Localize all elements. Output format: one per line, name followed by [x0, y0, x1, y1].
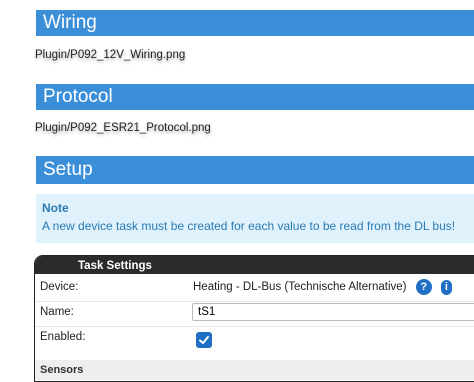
device-row: Device: Heating - DL-Bus (Technische Alt… — [35, 278, 474, 300]
enabled-checkbox[interactable] — [196, 332, 212, 348]
wiring-image-placeholder: Plugin/P092_12V_Wiring.png — [35, 49, 186, 61]
name-input[interactable] — [192, 303, 474, 321]
info-icon[interactable]: i — [440, 279, 452, 295]
note-text: A new device task must be created for ea… — [42, 219, 456, 233]
task-settings-header: Task Settings — [35, 256, 474, 274]
note-title: Note — [42, 201, 69, 215]
enabled-label: Enabled: — [40, 331, 86, 343]
protocol-image-placeholder: Plugin/P092_ESR21_Protocol.png — [35, 122, 211, 134]
sensors-section-header: Sensors — [35, 360, 474, 380]
protocol-title: Protocol — [43, 86, 113, 107]
wiring-header: Wiring — [36, 10, 474, 36]
device-name: Heating - DL-Bus (Technische Alternative… — [193, 281, 407, 294]
row-divider — [35, 326, 474, 327]
task-settings-panel: Task Settings Device: Heating - DL-Bus (… — [34, 255, 474, 382]
wiring-title: Wiring — [43, 12, 97, 33]
row-divider — [35, 301, 474, 302]
help-icon[interactable]: ? — [415, 279, 432, 295]
checkmark-icon — [199, 336, 209, 344]
device-label: Device: — [40, 281, 79, 293]
setup-header: Setup — [36, 156, 474, 184]
device-value: Heating - DL-Bus (Technische Alternative… — [193, 279, 452, 295]
note-box: Note A new device task must be created f… — [36, 194, 474, 243]
name-label: Name: — [40, 306, 74, 318]
protocol-header: Protocol — [36, 84, 474, 110]
enabled-row: Enabled: — [35, 328, 474, 354]
setup-title: Setup — [43, 159, 93, 180]
